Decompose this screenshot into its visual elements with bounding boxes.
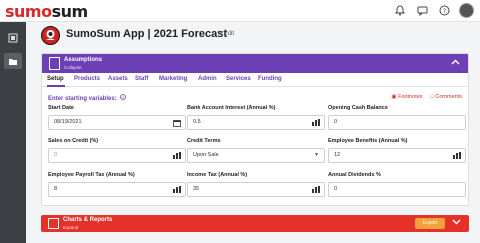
field-employee-benefits: Employee Benefits (Annual %) 12 bbox=[328, 138, 466, 163]
field-value: 0.5 bbox=[193, 119, 201, 125]
info-icon[interactable] bbox=[120, 94, 127, 102]
chevron-down-icon[interactable] bbox=[452, 218, 461, 227]
tab-assets[interactable]: Assets bbox=[108, 76, 128, 82]
employee-benefits-input[interactable]: 12 bbox=[328, 148, 466, 163]
help-icon[interactable]: ? bbox=[437, 4, 451, 18]
charts-title: Charts & Reports bbox=[63, 217, 113, 223]
app-logo bbox=[41, 26, 60, 45]
field-label: Employee Payroll Tax (Annual %) bbox=[48, 172, 135, 178]
tab-staff[interactable]: Staff bbox=[135, 76, 148, 82]
field-bank-interest: Bank Account Interest (Annual %) 0.5 bbox=[187, 105, 325, 130]
left-nav bbox=[0, 22, 26, 243]
field-payroll-tax: Employee Payroll Tax (Annual %) 8 bbox=[48, 172, 186, 197]
opening-cash-input[interactable]: 0 bbox=[328, 115, 466, 130]
comments-label: Comments bbox=[435, 94, 462, 100]
field-label: Credit Terms bbox=[187, 138, 221, 144]
field-value: 35 bbox=[193, 186, 200, 192]
bell-icon[interactable] bbox=[393, 4, 407, 18]
top-icons: ? bbox=[393, 3, 474, 18]
tab-marketing[interactable]: Marketing bbox=[159, 76, 187, 82]
footnotes-label: Footnotes bbox=[398, 94, 423, 100]
layers-icon[interactable] bbox=[4, 30, 22, 46]
svg-text:?: ? bbox=[442, 8, 445, 15]
chevron-down-icon: ▼ bbox=[314, 152, 319, 158]
field-label: Income Tax (Annual %) bbox=[187, 172, 248, 178]
field-value: 0 bbox=[334, 186, 338, 192]
tab-products[interactable]: Products bbox=[74, 76, 100, 82]
bank-interest-input[interactable]: 0.5 bbox=[187, 115, 325, 130]
assumptions-title: Assumptions bbox=[64, 57, 103, 63]
expand-link[interactable]: Expand bbox=[63, 225, 78, 230]
tab-funding[interactable]: Funding bbox=[258, 76, 282, 82]
field-label: Start Date bbox=[48, 105, 74, 111]
income-tax-input[interactable]: 35 bbox=[187, 182, 325, 197]
section-title-text: Enter starting variables: bbox=[48, 96, 117, 102]
field-value: 0 bbox=[334, 119, 338, 125]
assumptions-tabs: Setup Products Assets Staff Marketing Ad… bbox=[42, 73, 468, 87]
payroll-tax-input[interactable]: 8 bbox=[48, 182, 186, 197]
start-date-input[interactable]: 08/19/2021 bbox=[48, 115, 186, 130]
assumptions-panel: Assumptions Collapse Setup Products Asse… bbox=[41, 53, 469, 206]
field-label: Sales on Credit (%) bbox=[48, 138, 99, 144]
export-button[interactable]: Export bbox=[415, 218, 445, 229]
chart-icon bbox=[48, 218, 59, 229]
tab-services[interactable]: Services bbox=[226, 76, 251, 82]
page-header: SumoSum App | 2021 Forecast ✎ Edit bbox=[26, 22, 480, 48]
calendar-icon[interactable] bbox=[173, 119, 181, 127]
field-label: Annual Dividends % bbox=[328, 172, 381, 178]
avatar[interactable] bbox=[459, 3, 474, 18]
collapse-link[interactable]: Collapse bbox=[64, 65, 82, 70]
section-title: Enter starting variables: bbox=[48, 94, 127, 102]
tab-setup[interactable]: Setup bbox=[47, 76, 64, 82]
edit-button[interactable]: ✎ Edit bbox=[217, 30, 234, 37]
field-opening-cash: Opening Cash Balance 0 bbox=[328, 105, 466, 130]
field-start-date: Start Date 08/19/2021 bbox=[48, 105, 186, 130]
bar-chart-icon[interactable] bbox=[173, 152, 181, 159]
bar-chart-icon[interactable] bbox=[312, 119, 320, 126]
active-tab-indicator bbox=[47, 85, 65, 87]
annual-dividends-input[interactable]: 0 bbox=[328, 182, 466, 197]
brand-logo[interactable]: sumosum bbox=[5, 2, 88, 21]
field-value: 08/19/2021 bbox=[54, 119, 82, 125]
field-credit-terms: Credit Terms Upon Sale ▼ bbox=[187, 138, 325, 163]
field-label: Employee Benefits (Annual %) bbox=[328, 138, 408, 144]
field-label: Opening Cash Balance bbox=[328, 105, 388, 111]
field-value: 8 bbox=[54, 186, 58, 192]
assumptions-header[interactable]: Assumptions Collapse bbox=[42, 54, 468, 73]
page-title: SumoSum App | 2021 Forecast bbox=[66, 28, 227, 40]
chat-icon[interactable] bbox=[415, 4, 429, 18]
credit-terms-select[interactable]: Upon Sale ▼ bbox=[187, 148, 325, 163]
field-label: Bank Account Interest (Annual %) bbox=[187, 105, 276, 111]
field-value: 12 bbox=[334, 152, 341, 158]
comments-link[interactable]: □ Comments bbox=[431, 94, 462, 100]
bar-chart-icon[interactable] bbox=[312, 186, 320, 193]
folder-icon[interactable] bbox=[4, 53, 22, 69]
sales-credit-input[interactable]: 0 bbox=[48, 148, 186, 163]
sheet-icon bbox=[49, 57, 60, 70]
top-bar: sumosum ? bbox=[0, 0, 480, 22]
bar-chart-icon[interactable] bbox=[173, 186, 181, 193]
brand-logo-part1: sumo bbox=[5, 2, 52, 21]
brand-logo-part2: sum bbox=[51, 2, 89, 21]
field-value: 0 bbox=[54, 152, 58, 158]
panel-links: ▣ Footnotes □ Comments bbox=[391, 94, 462, 100]
chevron-up-icon[interactable] bbox=[451, 57, 460, 67]
field-annual-dividends: Annual Dividends % 0 bbox=[328, 172, 466, 197]
field-sales-credit: Sales on Credit (%) 0 bbox=[48, 138, 186, 163]
field-income-tax: Income Tax (Annual %) 35 bbox=[187, 172, 325, 197]
charts-reports-panel[interactable]: Charts & Reports Expand Export bbox=[41, 215, 469, 232]
tab-admin[interactable]: Admin bbox=[198, 76, 217, 82]
footnotes-link[interactable]: ▣ Footnotes bbox=[391, 94, 422, 100]
bar-chart-icon[interactable] bbox=[453, 152, 461, 159]
field-value: Upon Sale bbox=[193, 152, 219, 158]
